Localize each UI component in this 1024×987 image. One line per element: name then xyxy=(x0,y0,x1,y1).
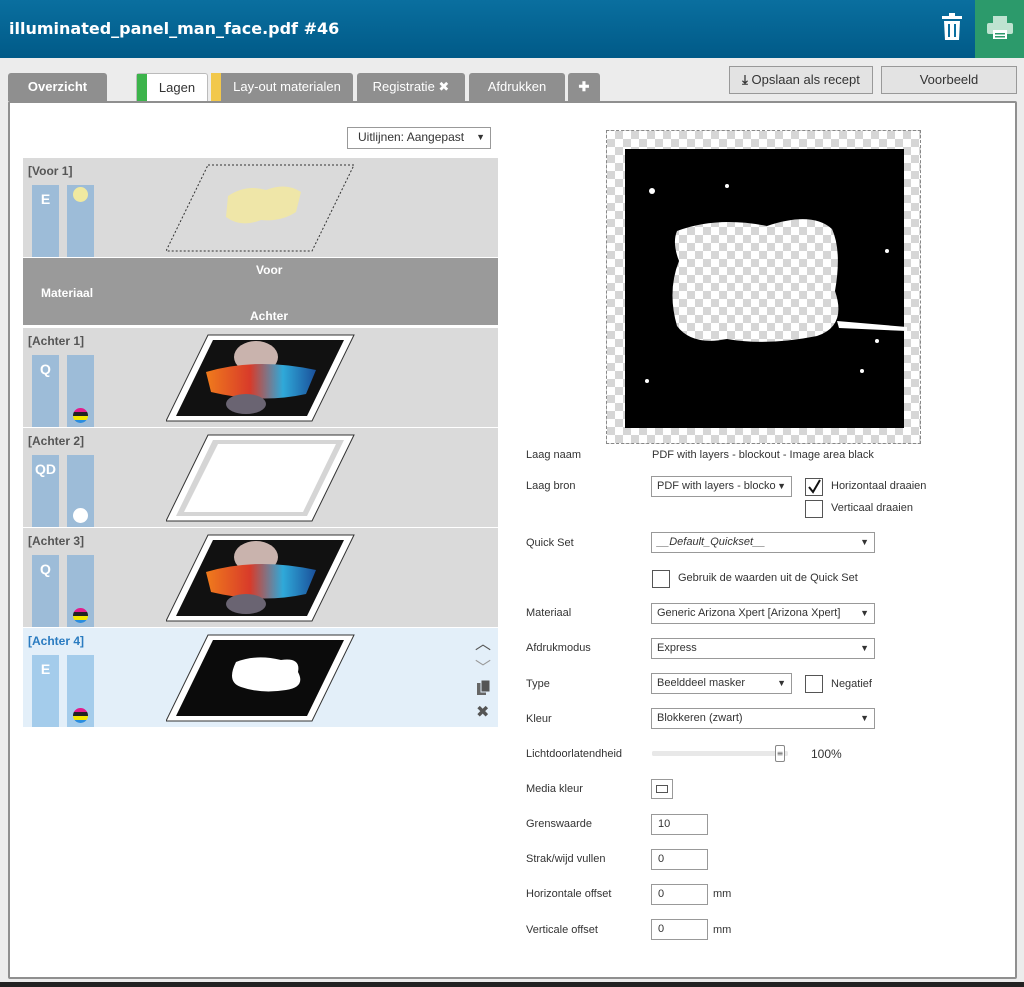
layer-mode-badge: Q xyxy=(32,355,59,427)
layer-back-3[interactable]: [Achter 3] Q xyxy=(23,528,498,627)
quickset-select[interactable]: __Default_Quickset__ ▼ xyxy=(651,532,875,553)
printmode-select[interactable]: Express ▼ xyxy=(651,638,875,659)
flip-horizontal-label: Horizontaal draaien xyxy=(831,480,927,492)
layer-back-2[interactable]: [Achter 2] QD xyxy=(23,428,498,527)
layer-mode-badge: Q xyxy=(32,555,59,627)
plus-icon: ✚ xyxy=(578,79,590,94)
tab-layout-materials[interactable]: Lay-out materialen xyxy=(211,73,353,101)
align-select[interactable]: Uitlijnen: Aangepast ▼ xyxy=(347,127,491,149)
negative-checkbox[interactable] xyxy=(805,675,823,693)
fill-label: Strak/wijd vullen xyxy=(526,853,606,865)
use-quickset-checkbox[interactable] xyxy=(652,570,670,588)
media-color-picker[interactable] xyxy=(651,779,673,799)
layer-name-label: Laag naam xyxy=(526,449,582,461)
h-offset-label: Horizontale offset xyxy=(526,888,612,900)
layer-preview xyxy=(606,130,921,444)
layer-ink-bar xyxy=(67,455,94,527)
layer-ink-bar xyxy=(67,655,94,727)
cmyk-icon xyxy=(73,708,88,723)
layer-ink-bar xyxy=(67,555,94,627)
tab-print[interactable]: Afdrukken xyxy=(469,73,565,101)
material-label: Materiaal xyxy=(526,607,572,619)
preview-button[interactable]: Voorbeeld xyxy=(881,66,1017,94)
threshold-label: Grenswaarde xyxy=(526,818,593,830)
fill-input[interactable]: 0 xyxy=(651,849,708,870)
trash-icon[interactable] xyxy=(940,13,964,41)
error-x-icon: ✖ xyxy=(438,79,450,94)
color-swatch-icon xyxy=(656,785,668,793)
layer-back-4[interactable]: [Achter 4] E ︿ ﹀ ✖ xyxy=(23,628,498,727)
opacity-slider-fill xyxy=(652,751,788,756)
layer-ink-bar xyxy=(67,355,94,427)
use-quickset-label: Gebruik de waarden uit de Quick Set xyxy=(678,572,858,584)
title-bar: illuminated_panel_man_face.pdf #46 xyxy=(0,0,1024,58)
layer-mode-badge: E xyxy=(32,655,59,727)
layer-ink-bar xyxy=(67,185,94,257)
layer-thumbnail xyxy=(166,534,355,622)
color-select[interactable]: Blokkeren (zwart) ▼ xyxy=(651,708,875,729)
printmode-label: Afdrukmodus xyxy=(526,642,591,654)
flip-vertical-checkbox[interactable] xyxy=(805,500,823,518)
threshold-input[interactable]: 10 xyxy=(651,814,708,835)
layer-name-value: PDF with layers - blockout - Image area … xyxy=(652,449,874,461)
tab-marker xyxy=(211,73,221,101)
white-ink-dot xyxy=(73,187,88,202)
cmyk-icon xyxy=(73,408,88,423)
duplicate-icon[interactable] xyxy=(476,679,492,700)
tab-marker xyxy=(137,74,147,103)
printer-icon xyxy=(987,16,1013,39)
type-select[interactable]: Beelddeel masker ▼ xyxy=(651,673,792,694)
v-offset-label: Verticale offset xyxy=(526,924,598,936)
opacity-slider-track[interactable]: ≡ xyxy=(652,745,788,762)
type-label: Type xyxy=(526,678,550,690)
print-button[interactable] xyxy=(975,0,1024,58)
tab-layers[interactable]: Lagen xyxy=(136,73,208,103)
layer-source-label: Laag bron xyxy=(526,480,576,492)
window-title: illuminated_panel_man_face.pdf #46 xyxy=(9,19,340,38)
v-offset-unit: mm xyxy=(713,924,732,936)
flip-vertical-label: Verticaal draaien xyxy=(831,502,913,514)
add-tab-button[interactable]: ✚ xyxy=(568,73,600,101)
opacity-slider-thumb[interactable]: ≡ xyxy=(775,745,785,762)
h-offset-unit: mm xyxy=(713,888,732,900)
color-label: Kleur xyxy=(526,713,552,725)
layer-thumbnail xyxy=(166,634,355,722)
download-icon: ⤓ xyxy=(742,72,748,87)
layer-thumbnail xyxy=(166,334,355,422)
checkmark-icon xyxy=(808,479,821,494)
bottom-bar xyxy=(0,982,1024,987)
white-ink-dot xyxy=(73,508,88,523)
layer-thumbnail xyxy=(166,164,355,252)
save-recipe-button[interactable]: ⤓ Opslaan als recept xyxy=(729,66,873,94)
move-down-icon[interactable]: ﹀ xyxy=(475,654,491,678)
material-row: Voor Materiaal Achter xyxy=(23,258,498,325)
move-up-icon[interactable]: ︿ xyxy=(475,630,491,654)
layer-thumbnail xyxy=(166,434,355,522)
layer-front-1[interactable]: [Voor 1] E xyxy=(23,158,498,257)
opacity-value: 100% xyxy=(811,747,842,761)
quickset-label: Quick Set xyxy=(526,537,574,549)
flip-horizontal-checkbox[interactable] xyxy=(805,478,823,496)
tab-overview[interactable]: Overzicht xyxy=(8,73,107,101)
negative-label: Negatief xyxy=(831,678,872,690)
layer-mode-badge: QD xyxy=(32,455,59,527)
layer-source-select[interactable]: PDF with layers - blocko ▼ xyxy=(651,476,792,497)
delete-layer-icon[interactable]: ✖ xyxy=(476,702,489,721)
h-offset-input[interactable]: 0 xyxy=(651,884,708,905)
cmyk-icon xyxy=(73,608,88,623)
layer-mode-badge: E xyxy=(32,185,59,257)
media-color-label: Media kleur xyxy=(526,783,583,795)
tab-registration[interactable]: Registratie ✖ xyxy=(357,73,465,101)
v-offset-input[interactable]: 0 xyxy=(651,919,708,940)
layer-back-1[interactable]: [Achter 1] Q xyxy=(23,328,498,427)
material-select[interactable]: Generic Arizona Xpert [Arizona Xpert] ▼ xyxy=(651,603,875,624)
opacity-label: Lichtdoorlatendheid xyxy=(526,748,623,760)
